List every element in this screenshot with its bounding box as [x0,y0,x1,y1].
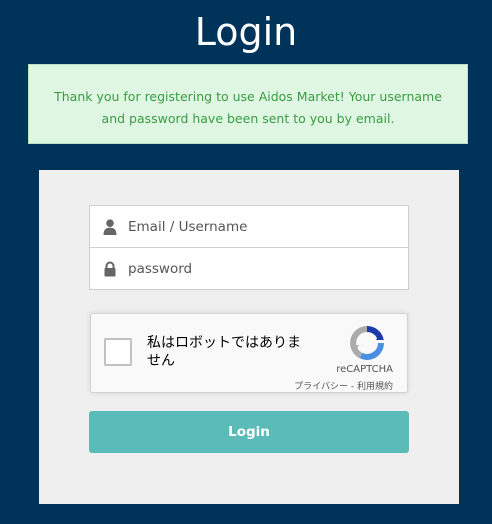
terms-link[interactable]: 利用規約 [357,382,393,392]
privacy-link[interactable]: プライバシー [294,382,348,392]
recaptcha-widget: 私はロボットではありません reCAPTCHA プライバシー - 利用規約 [90,313,408,393]
recaptcha-checkbox[interactable] [104,338,132,366]
login-button[interactable]: Login [89,411,409,453]
page-title: Login [194,10,298,54]
recaptcha-logo-icon [350,325,384,360]
recaptcha-label: 私はロボットではありません [147,335,301,369]
recaptcha-brand: reCAPTCHA [336,364,393,375]
password-input[interactable] [128,248,398,289]
username-input[interactable] [128,206,398,247]
success-alert: Thank you for registering to use Aidos M… [28,64,468,144]
user-icon [103,219,117,235]
lock-icon [104,261,116,277]
username-field[interactable] [89,205,409,248]
login-panel: 私はロボットではありません reCAPTCHA プライバシー - 利用規約 Lo… [39,170,459,504]
links-separator: - [348,382,357,392]
password-field[interactable] [89,247,409,290]
recaptcha-links: プライバシー - 利用規約 [294,379,393,392]
